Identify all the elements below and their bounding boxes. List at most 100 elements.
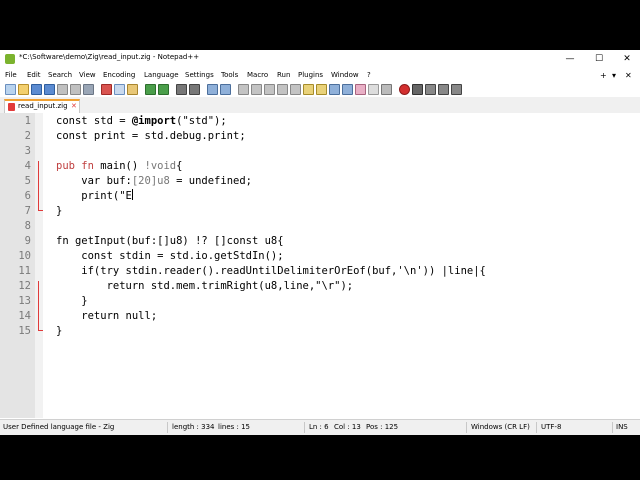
save-icon[interactable] [31,84,42,95]
line-number: 15 [18,325,31,337]
close-all-icon[interactable] [70,84,81,95]
status-separator [466,422,467,433]
status-filetype: User Defined language file - Zig [3,423,115,431]
code-line: const stdin = std.io.getStdIn(); [56,250,284,262]
status-lines: lines : 15 [218,423,250,431]
code-editor[interactable]: 1 2 3 4 5 6 7 8 9 10 11 12 13 14 15 cons… [0,113,640,418]
doc-map-icon[interactable] [316,84,327,95]
status-bar: User Defined language file - Zig length … [0,419,640,435]
show-all-characters-icon[interactable] [277,84,288,95]
menu-macro[interactable]: Macro [247,71,268,79]
zoom-out-icon[interactable] [220,84,231,95]
zoom-in-icon[interactable] [207,84,218,95]
language-icon[interactable] [303,84,314,95]
find-icon[interactable] [176,84,187,95]
save-macro-icon[interactable] [451,84,462,95]
new-file-icon[interactable] [5,84,16,95]
status-col: Col : 13 [334,423,361,431]
sync-horizontal-icon[interactable] [251,84,262,95]
run-macro-multiple-icon[interactable] [438,84,449,95]
eye-icon[interactable] [381,84,392,95]
line-number: 9 [24,235,31,247]
undo-icon[interactable] [145,84,156,95]
menu-plugins[interactable]: Plugins [298,71,323,79]
replace-icon[interactable] [189,84,200,95]
monitoring-icon[interactable] [368,84,379,95]
tab-label: read_input.zig [18,102,68,110]
close-icon[interactable] [57,84,68,95]
menu-window[interactable]: Window [331,71,359,79]
code-line: if(try stdin.reader().readUntilDelimiter… [56,265,486,277]
line-number: 4 [24,160,31,172]
fold-marker-main[interactable] [38,161,39,211]
code-line: const std = @import("std"); [56,115,227,127]
status-pos: Pos : 125 [366,423,399,431]
tab-close-icon[interactable]: ✕ [71,102,77,110]
new-tab-plus-icon[interactable]: + [600,71,607,80]
indent-guide-icon[interactable] [290,84,301,95]
menu-view[interactable]: View [79,71,96,79]
status-ln: Ln : 6 [309,423,329,431]
line-number: 3 [24,145,31,157]
line-number: 5 [24,175,31,187]
status-encoding: UTF-8 [541,423,562,431]
menu-search[interactable]: Search [48,71,72,79]
close-button[interactable]: ✕ [613,50,640,68]
code-line: const print = std.debug.print; [56,130,246,142]
copy-icon[interactable] [114,84,125,95]
menu-run[interactable]: Run [277,71,290,79]
menu-tools[interactable]: Tools [221,71,238,79]
code-line: print("E [56,189,133,202]
menu-bar: File Edit Search View Encoding Language … [0,69,640,81]
toolbar [0,82,640,96]
fold-marker-getinput[interactable] [38,281,39,331]
close-document-icon[interactable]: ✕ [625,71,632,80]
tab-list-dropdown-icon[interactable]: ▾ [612,71,616,80]
open-file-icon[interactable] [18,84,29,95]
sync-vertical-icon[interactable] [238,84,249,95]
stop-macro-icon[interactable] [412,84,423,95]
status-separator [612,422,613,433]
menu-language[interactable]: Language [144,71,179,79]
line-number: 10 [18,250,31,262]
folder-as-workspace-icon[interactable] [342,84,353,95]
menu-encoding[interactable]: Encoding [103,71,135,79]
fold-end-marker [38,330,43,331]
status-separator [304,422,305,433]
code-line: } [56,325,63,337]
word-wrap-icon[interactable] [264,84,275,95]
function-list-icon[interactable] [329,84,340,95]
status-separator [167,422,168,433]
paste-icon[interactable] [127,84,138,95]
line-number: 12 [18,280,31,292]
maximize-button[interactable]: ☐ [585,50,613,68]
cut-icon[interactable] [101,84,112,95]
menu-help[interactable]: ? [367,71,371,79]
code-line: return null; [56,310,158,322]
minimize-button[interactable]: — [556,50,584,68]
save-all-icon[interactable] [44,84,55,95]
code-line: } [56,205,63,217]
line-number: 11 [18,265,31,277]
line-number: 2 [24,130,31,142]
print-icon[interactable] [83,84,94,95]
line-number: 13 [18,295,31,307]
fold-margin[interactable] [35,113,43,418]
code-line: return std.mem.trimRight(u8,line,"\r"); [56,280,354,292]
unsaved-file-icon [8,103,15,111]
record-macro-icon[interactable] [399,84,410,95]
line-number-gutter: 1 2 3 4 5 6 7 8 9 10 11 12 13 14 15 [0,113,35,418]
redo-icon[interactable] [158,84,169,95]
line-number: 14 [18,310,31,322]
tab-read-input-zig[interactable]: read_input.zig ✕ [4,99,80,114]
menu-settings[interactable]: Settings [185,71,214,79]
text-cursor [131,189,133,200]
status-eol: Windows (CR LF) [471,423,530,431]
play-macro-icon[interactable] [425,84,436,95]
status-length: length : 334 [172,423,215,431]
document-list-icon[interactable] [355,84,366,95]
code-line: } [56,295,88,307]
menu-edit[interactable]: Edit [27,71,41,79]
menu-file[interactable]: File [5,71,17,79]
tab-bar: read_input.zig ✕ [0,97,640,114]
